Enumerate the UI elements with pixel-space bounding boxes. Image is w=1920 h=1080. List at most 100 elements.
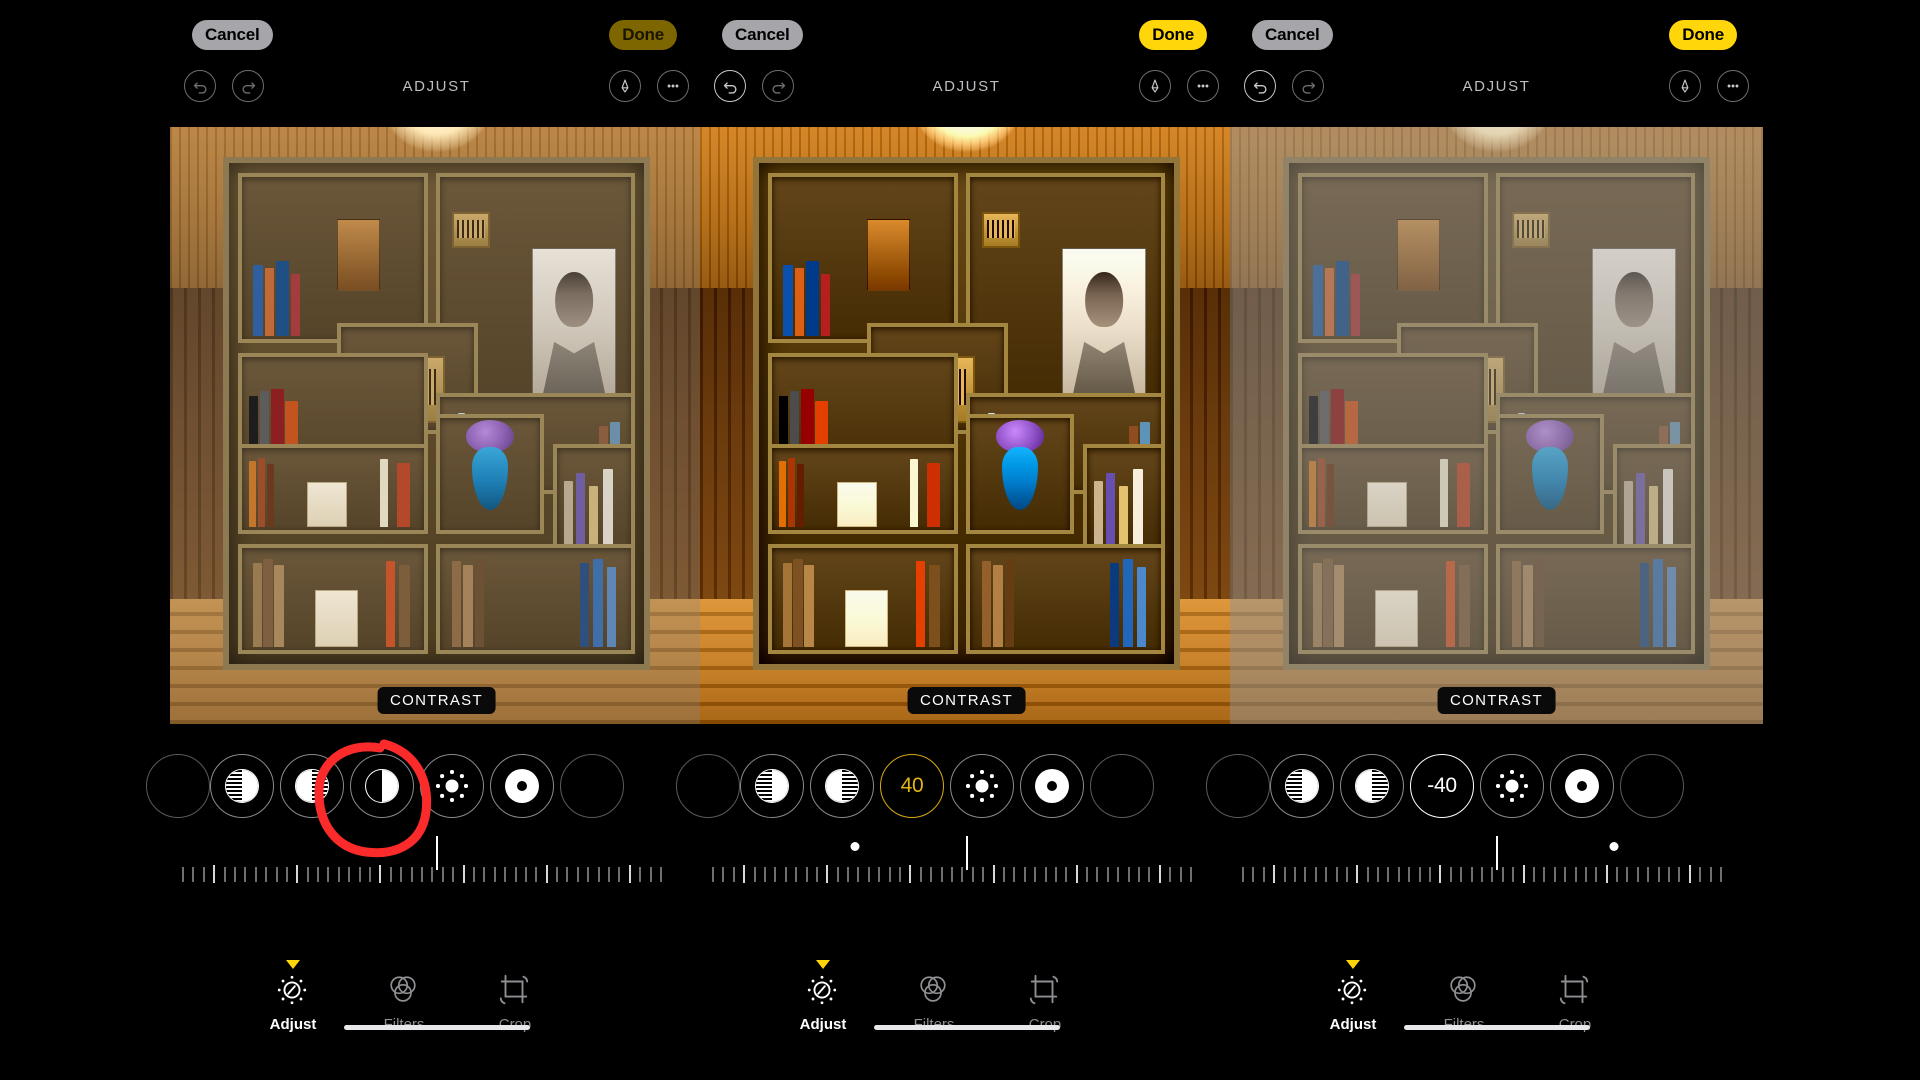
brilliance-icon[interactable] (420, 754, 484, 818)
done-button[interactable]: Done (1669, 20, 1737, 50)
tab-filters[interactable]: Filters (356, 960, 452, 1033)
adjustment-icon-next[interactable] (1620, 754, 1684, 818)
tab-filters[interactable]: Filters (886, 960, 982, 1033)
photo-preview[interactable]: CONTRAST (700, 127, 1233, 724)
contrast-icon[interactable]: -40 (1410, 754, 1474, 818)
slider-tick (1501, 866, 1504, 882)
slider-tick (1075, 865, 1078, 883)
slider-tick (774, 866, 777, 882)
slider-tick (1054, 866, 1057, 882)
adjustment-icon-prev[interactable] (146, 754, 210, 818)
more-options-icon[interactable] (657, 70, 689, 102)
slider-tick (348, 866, 351, 882)
redo-icon[interactable] (1292, 70, 1324, 102)
slider-tick (1252, 866, 1255, 882)
slider-tick (888, 866, 891, 882)
cancel-button[interactable]: Cancel (722, 20, 803, 50)
markup-icon[interactable] (609, 70, 641, 102)
photo-preview[interactable]: CONTRAST (1230, 127, 1763, 724)
bottom-tab-bar: Adjust Filters (170, 952, 703, 1044)
slider-tick (1564, 866, 1567, 882)
slider-tick (1283, 866, 1286, 882)
slider-tick (1314, 866, 1317, 882)
highlights-icon[interactable] (490, 754, 554, 818)
done-button[interactable]: Done (609, 20, 677, 50)
home-indicator (343, 1025, 530, 1030)
exposure-icon[interactable] (810, 754, 874, 818)
slider-tick (826, 865, 829, 883)
slider-tick (504, 866, 507, 882)
redo-icon[interactable] (762, 70, 794, 102)
slider-tick (795, 866, 798, 882)
slider-tick (358, 866, 361, 882)
tab-crop[interactable]: Crop (467, 960, 563, 1033)
sun-glyph (435, 769, 469, 803)
markup-icon[interactable] (1139, 70, 1171, 102)
crop-icon (1557, 973, 1593, 1009)
slider-tick (265, 866, 268, 882)
markup-icon[interactable] (1669, 70, 1701, 102)
crop-icon (497, 973, 533, 1009)
undo-icon[interactable] (1244, 70, 1276, 102)
exposure-icon[interactable] (280, 754, 344, 818)
more-options-icon[interactable] (1187, 70, 1219, 102)
undo-icon[interactable] (714, 70, 746, 102)
slider-ticks (1230, 862, 1763, 886)
slider-tick (919, 866, 922, 882)
slider-tick (452, 866, 455, 882)
slider-tick (1408, 866, 1411, 882)
highlights-icon[interactable] (1550, 754, 1614, 818)
value-slider[interactable] (700, 828, 1233, 894)
slider-tick (524, 866, 527, 882)
slider-tick (659, 866, 662, 882)
brilliance-icon[interactable] (950, 754, 1014, 818)
slider-tick (836, 866, 839, 882)
auto-enhance-icon[interactable] (1270, 754, 1334, 818)
slider-tick (483, 866, 486, 882)
brilliance-icon[interactable] (1480, 754, 1544, 818)
value-slider[interactable] (170, 828, 703, 894)
slider-tick (1574, 866, 1577, 882)
auto-enhance-icon[interactable] (740, 754, 804, 818)
highlights-icon[interactable] (1020, 754, 1084, 818)
slider-tick (1688, 865, 1691, 883)
slider-tick (1699, 866, 1702, 882)
filters-circles-icon (1446, 973, 1482, 1009)
adjustment-icon-next[interactable] (560, 754, 624, 818)
tab-adjust[interactable]: Adjust (775, 960, 871, 1033)
done-button[interactable]: Done (1139, 20, 1207, 50)
tab-adjust[interactable]: Adjust (245, 960, 341, 1033)
photo-preview[interactable]: CONTRAST (170, 127, 703, 724)
slider-tick (379, 865, 382, 883)
value-slider[interactable] (1230, 828, 1763, 894)
cancel-button[interactable]: Cancel (1252, 20, 1333, 50)
slider-tick (566, 866, 569, 882)
tool-name-label: CONTRAST (1437, 687, 1556, 714)
tab-crop[interactable]: Crop (1527, 960, 1623, 1033)
contrast-value: -40 (1427, 774, 1457, 797)
slider-ticks (170, 862, 703, 886)
exposure-icon[interactable] (1340, 754, 1404, 818)
adjustment-icon-next[interactable] (1090, 754, 1154, 818)
crop-icon (1027, 973, 1063, 1009)
contrast-icon[interactable]: 40 (880, 754, 944, 818)
tab-filters[interactable]: Filters (1416, 960, 1512, 1033)
contrast-icon[interactable] (350, 754, 414, 818)
adjustment-icon-prev[interactable] (1206, 754, 1270, 818)
tab-crop[interactable]: Crop (997, 960, 1093, 1033)
undo-icon[interactable] (184, 70, 216, 102)
sun-glyph (1495, 769, 1529, 803)
slider-tick (982, 866, 985, 882)
cancel-button[interactable]: Cancel (192, 20, 273, 50)
tab-adjust[interactable]: Adjust (1305, 960, 1401, 1033)
adjustment-icon-prev[interactable] (676, 754, 740, 818)
slider-tick (213, 865, 216, 883)
slider-tick (805, 866, 808, 882)
more-options-icon[interactable] (1717, 70, 1749, 102)
slider-tick (493, 866, 496, 882)
slider-tick (369, 866, 372, 882)
auto-enhance-icon[interactable] (210, 754, 274, 818)
slider-tick (576, 866, 579, 882)
slider-tick (389, 866, 392, 882)
redo-icon[interactable] (232, 70, 264, 102)
